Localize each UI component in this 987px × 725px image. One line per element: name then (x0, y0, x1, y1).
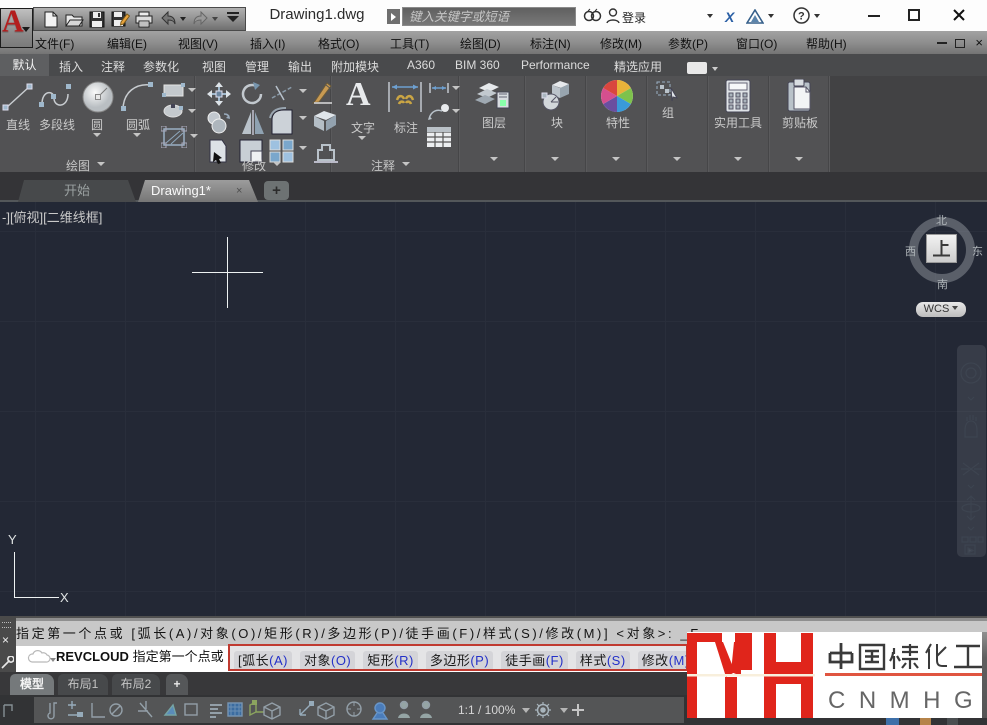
svg-text:?: ? (798, 11, 805, 23)
svg-text:1:1 / 100%: 1:1 / 100% (458, 703, 516, 717)
svg-text:CNMHG: CNMHG (828, 687, 982, 714)
